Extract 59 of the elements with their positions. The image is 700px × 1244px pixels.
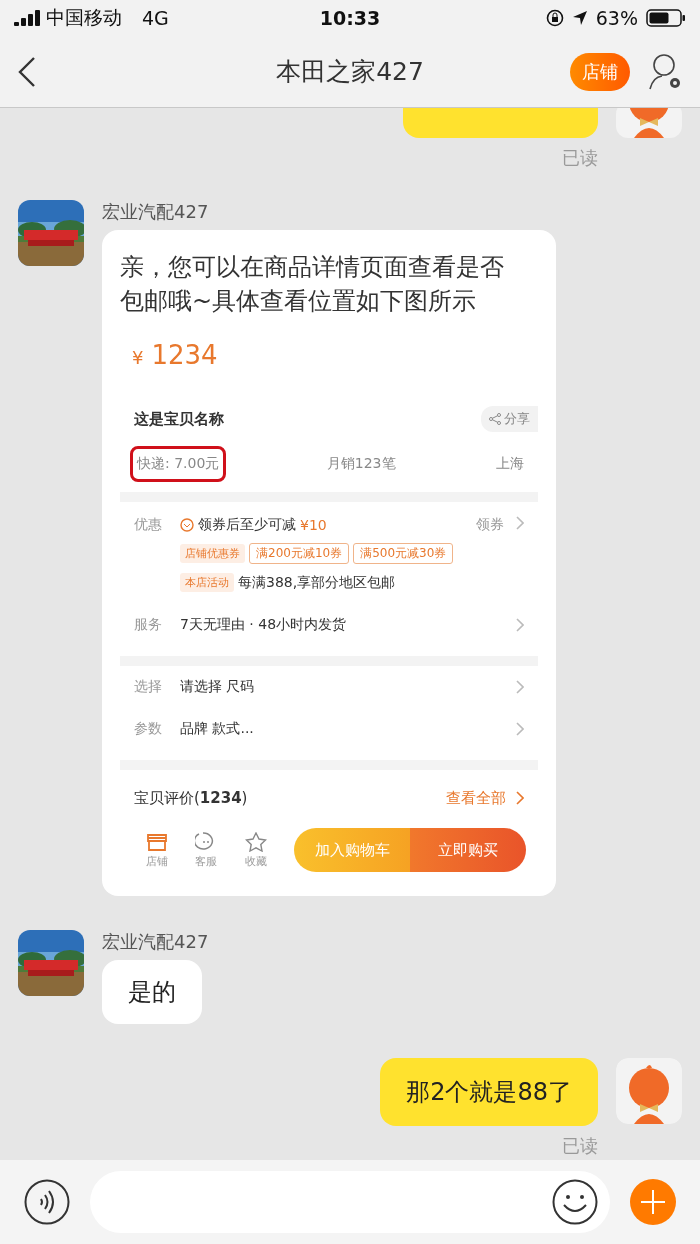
add-to-cart-button[interactable]: 加入购物车: [294, 828, 411, 872]
chevron-icon: [516, 722, 524, 736]
voice-icon[interactable]: [24, 1179, 70, 1225]
location-arrow-icon: [571, 10, 588, 26]
shop-button[interactable]: 店铺: [570, 52, 630, 91]
product-name: 这是宝贝名称: [134, 409, 224, 429]
currency-symbol: ¥: [132, 347, 144, 368]
chevron-icon: [516, 680, 524, 694]
share-button[interactable]: 分享: [481, 406, 538, 432]
claim-coupon-link[interactable]: 领券: [476, 516, 504, 534]
price: 1234: [151, 340, 218, 370]
activity-text: 每满388,享部分地区包邮: [238, 573, 396, 592]
promo-headline: 领券后至少可减: [198, 516, 296, 534]
read-receipt: 已读: [562, 146, 598, 170]
battery-icon: [646, 9, 686, 27]
carrier: 中国移动: [46, 5, 122, 30]
action-label[interactable]: 客服: [195, 853, 218, 869]
detail-row[interactable]: 服务 7天无理由 · 48小时内发货: [120, 604, 538, 646]
sender-name: 宏业汽配427: [102, 930, 209, 954]
rotation-lock-icon: [545, 9, 564, 27]
row-label: 优惠: [134, 516, 162, 534]
profile-settings-icon[interactable]: [648, 52, 682, 91]
tag: 本店活动: [180, 573, 234, 592]
back-icon[interactable]: [18, 55, 36, 88]
message-bubble: 是的: [102, 960, 202, 1024]
message-bubble: 那2个就是88了: [380, 1058, 598, 1126]
network-type: 4G: [142, 7, 169, 29]
reviews-title: 宝贝评价(1234): [134, 788, 248, 808]
coupon[interactable]: 满200元减10券: [249, 543, 350, 564]
tag: 店铺优惠券: [180, 544, 245, 563]
location: 上海: [496, 455, 524, 473]
detail-row[interactable]: 选择 请选择 尺码: [120, 666, 538, 708]
buy-now-button[interactable]: 立即购买: [410, 828, 526, 872]
view-all-link[interactable]: 查看全部: [446, 788, 506, 808]
add-button[interactable]: [630, 1179, 676, 1225]
star-icon: [244, 831, 267, 852]
discount-amount: ¥10: [300, 517, 327, 533]
monthly-sales: 月销123笔: [326, 455, 396, 473]
message-text: 亲，您可以在商品详情页面查看是否包邮哦~具体查看位置如下图所示: [120, 252, 505, 317]
battery-percent: 63%: [595, 7, 638, 29]
chat-title: 本田之家427: [276, 57, 424, 86]
coupon-icon: [180, 518, 194, 532]
chevron-icon: [516, 516, 524, 530]
detail-row[interactable]: 参数 品牌 款式...: [120, 708, 538, 750]
action-label[interactable]: 收藏: [244, 853, 267, 869]
avatar-icon: [616, 1058, 682, 1124]
coupon[interactable]: 满500元减30券: [353, 543, 454, 564]
chevron-icon: [516, 791, 524, 805]
share-icon: [489, 413, 501, 425]
store-icon: [145, 831, 168, 852]
sender-name: 宏业汽配427: [102, 200, 210, 224]
clock: 10:33: [319, 7, 381, 29]
chevron-icon: [516, 618, 524, 632]
read-receipt: 已读: [562, 1134, 598, 1158]
action-label[interactable]: 店铺: [145, 853, 168, 869]
emoji-icon[interactable]: [552, 1179, 598, 1225]
shipping-fee: 快递: 7.00元: [130, 446, 227, 482]
plus-icon: [640, 1189, 666, 1215]
signal-icon: [14, 10, 40, 26]
